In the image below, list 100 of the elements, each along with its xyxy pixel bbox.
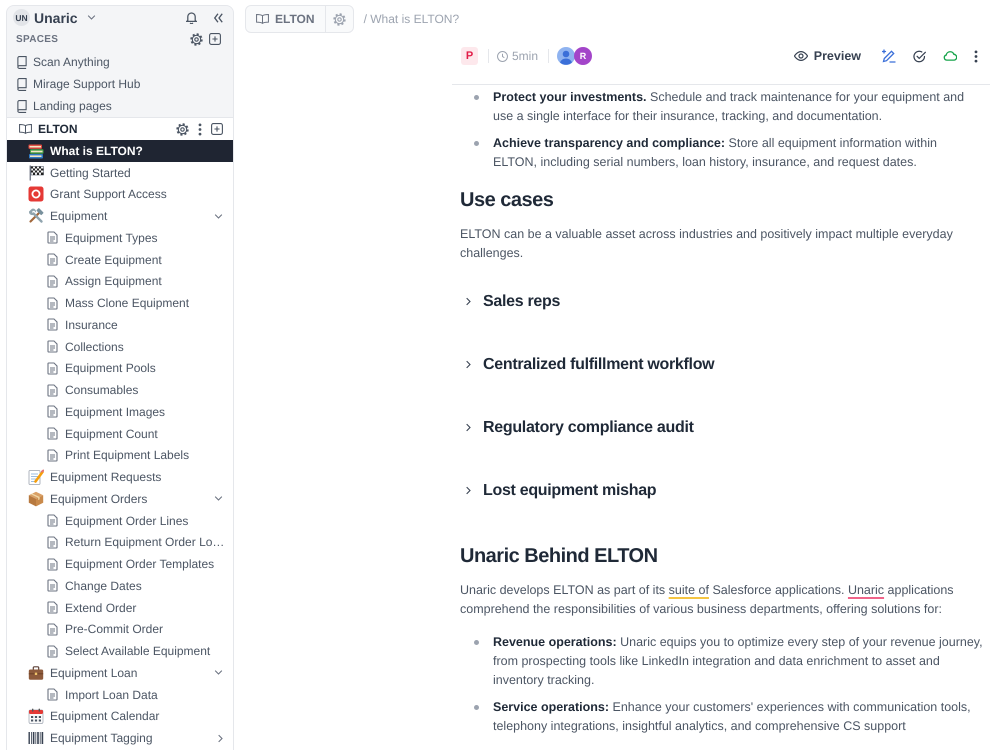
book-icon [17, 100, 27, 112]
cloud-icon[interactable] [943, 51, 957, 61]
user-avatar-icon [557, 47, 576, 65]
tree-item[interactable]: Equipment Calendar [7, 706, 233, 728]
open-book-icon [256, 14, 269, 24]
ring-tile-icon [28, 186, 44, 202]
toggle-block[interactable]: Regulatory compliance audit [460, 416, 694, 440]
plus-square-icon[interactable] [209, 33, 221, 45]
bullet-icon [474, 704, 479, 710]
tree-item[interactable]: Create Equipment [7, 248, 233, 270]
section-heading: Use cases [460, 188, 554, 213]
book-icon [17, 56, 27, 68]
tree-item[interactable]: Equipment Order Templates [7, 553, 233, 575]
bullet-icon [474, 95, 479, 100]
chevron-right-icon[interactable] [466, 297, 471, 306]
tree-item[interactable]: Select Available Equipment [7, 640, 233, 662]
page-icon [47, 362, 58, 375]
tree-item[interactable]: Getting Started [7, 162, 233, 184]
user-avatar: R [574, 47, 592, 65]
tree-item[interactable]: Equipment Tagging [7, 727, 233, 749]
chevron-right-icon[interactable] [466, 423, 471, 432]
gear-icon[interactable] [176, 122, 189, 136]
bullet-icon [474, 640, 479, 644]
tree-item[interactable]: Equipment [7, 205, 233, 227]
bell-icon[interactable] [186, 11, 197, 24]
page-icon [47, 296, 58, 310]
barcode-icon [28, 731, 44, 746]
space-item[interactable]: Landing pages [7, 95, 233, 117]
chevron-down-icon [86, 15, 96, 20]
chevron-right-icon[interactable] [466, 360, 471, 369]
page-icon [47, 644, 58, 658]
double-chevron-left-icon[interactable] [214, 12, 223, 22]
tree-item[interactable]: Equipment Images [7, 401, 233, 423]
tree-item[interactable]: Equipment Types [7, 227, 233, 249]
tree-item[interactable]: Assign Equipment [7, 270, 233, 292]
tree-item[interactable]: Mass Clone Equipment [7, 292, 233, 314]
page-icon [47, 340, 58, 354]
page-icon [47, 601, 58, 614]
list-item-text: Revenue operations: Unaric equips you to optimize every step of your revenue journey, from prospecting tools like LinkedIn integration and data enrichment to asset and inventory tracking. [493, 634, 984, 689]
tree-item[interactable]: Consumables [7, 379, 233, 401]
page-icon [47, 253, 58, 266]
tree-item[interactable]: Equipment Pools [7, 358, 233, 380]
tree-item[interactable]: Equipment Loan [7, 662, 233, 684]
plus-square-icon[interactable] [211, 123, 223, 135]
page-icon [47, 622, 58, 636]
calendar-icon [28, 708, 44, 724]
tree-item[interactable]: Grant Support Access [7, 184, 233, 206]
tree-item[interactable]: Import Loan Data [7, 684, 233, 706]
chevron-right-icon[interactable] [466, 486, 471, 495]
tree-item[interactable]: Pre-Commit Order [7, 618, 233, 640]
tree-item[interactable]: Print Equipment Labels [7, 444, 233, 466]
book-icon [17, 78, 27, 90]
check-circle-icon[interactable] [913, 50, 926, 62]
preview-button[interactable]: Preview [794, 49, 861, 63]
section-title: SPACES [16, 34, 58, 44]
more-icon[interactable] [198, 122, 202, 136]
page-icon [47, 318, 58, 332]
page-icon [47, 448, 58, 462]
workspace-avatar: UN [13, 9, 30, 26]
tree-item[interactable]: What is ELTON? [7, 140, 233, 162]
page-icon [47, 274, 58, 288]
space-button[interactable]: ELTON [246, 6, 325, 32]
tree-item[interactable]: Return Equipment Order Lo… [7, 532, 233, 554]
chevron-right-icon[interactable] [218, 734, 223, 743]
tree-item[interactable]: Insurance [7, 314, 233, 336]
toggle-block[interactable]: Lost equipment mishap [460, 478, 656, 502]
page-icon [47, 405, 58, 418]
tree-item[interactable]: Collections [7, 336, 233, 358]
chevron-down-icon[interactable] [214, 496, 223, 502]
page-icon [47, 688, 58, 702]
space-item[interactable]: Mirage Support Hub [7, 73, 233, 95]
checkered-flag-icon [28, 164, 44, 181]
current-space-item[interactable]: ELTON [7, 118, 233, 140]
briefcase-icon [28, 664, 44, 681]
memo-icon [28, 469, 44, 486]
tree-item[interactable]: Equipment Orders [7, 488, 233, 510]
eye-icon [794, 51, 808, 61]
toggle-block[interactable]: Sales reps [460, 290, 560, 314]
toggle-block[interactable]: Centralized fulfillment workflow [460, 352, 714, 376]
more-icon[interactable] [974, 50, 978, 62]
tree-item[interactable]: Equipment Requests [7, 466, 233, 488]
clock-icon [497, 50, 508, 62]
tree-item[interactable]: Equipment Order Lines [7, 510, 233, 532]
pen-icon[interactable] [882, 49, 896, 63]
page-icon [47, 558, 58, 571]
paragraph: Unaric develops ELTON as part of its suite of Salesforce applications. Unaric applications comprehend the responsibilities of various business departments, offering solutions for: [460, 582, 955, 618]
tree-item[interactable]: Equipment Count [7, 422, 233, 444]
chevron-down-icon[interactable] [214, 214, 223, 219]
workspace-switcher[interactable]: Unaric [34, 8, 96, 28]
gear-icon[interactable] [190, 32, 203, 46]
books-icon [28, 142, 44, 159]
bullet-icon [474, 141, 479, 146]
chevron-down-icon[interactable] [214, 670, 223, 676]
page-icon [47, 384, 58, 397]
page-icon [47, 427, 58, 440]
tree-item[interactable]: Change Dates [7, 575, 233, 597]
tree-item[interactable]: Extend Order [7, 596, 233, 618]
space-item[interactable]: Scan Anything [7, 51, 233, 73]
list-item-text: Service operations: Enhance your customers' experiences with communication tools, telephony integrations, insightful analytics, and comprehensive CS support [493, 698, 972, 735]
page-icon [47, 231, 58, 244]
